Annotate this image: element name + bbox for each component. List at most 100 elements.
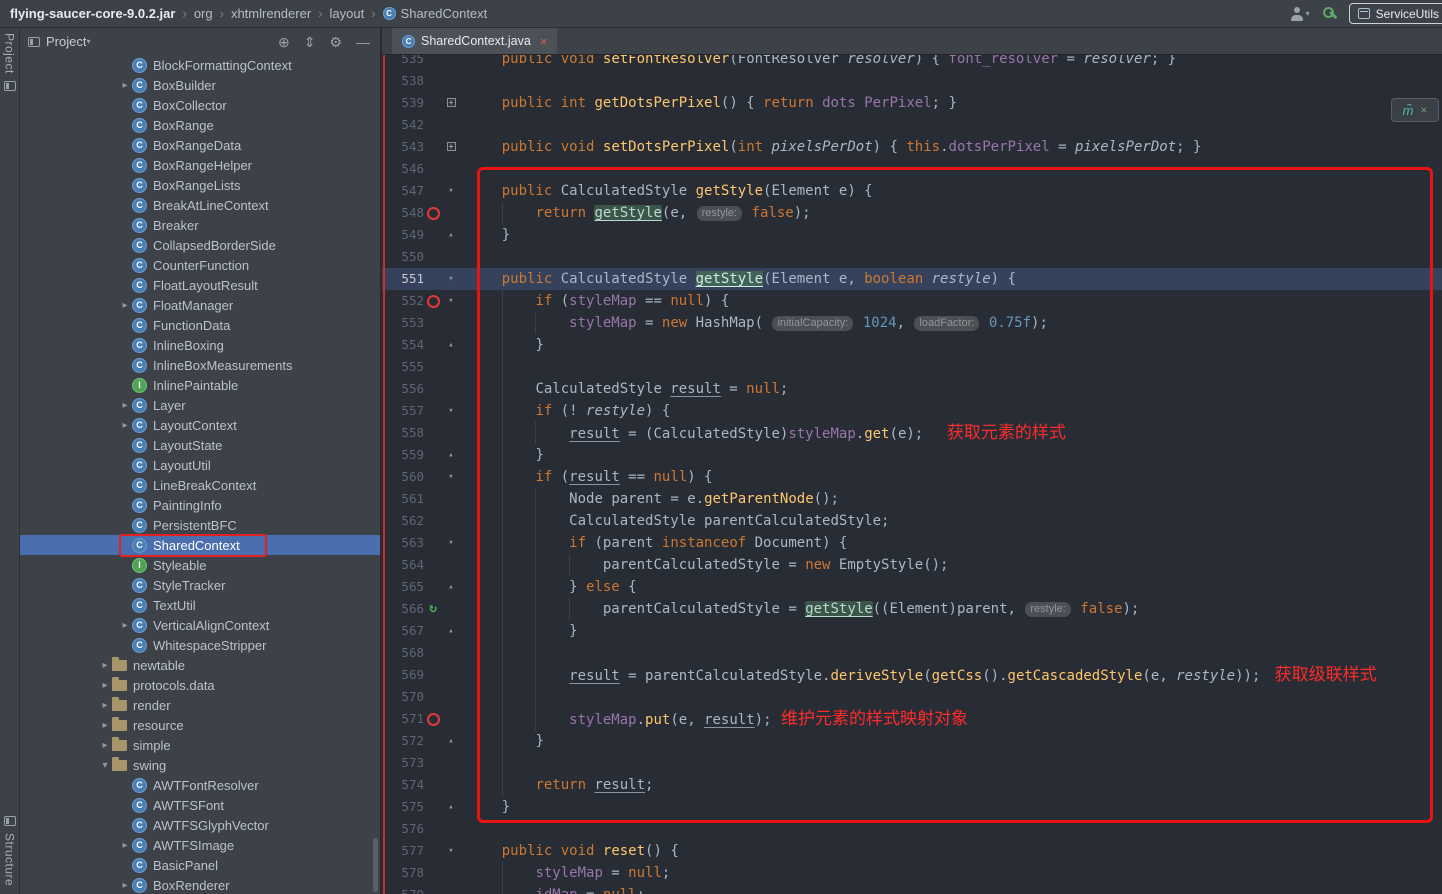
tab-close-icon[interactable]: × [540, 34, 548, 49]
chevron-down-icon[interactable]: ▾ [98, 760, 112, 771]
line-number[interactable]: 551 [382, 268, 424, 290]
fold-up-icon[interactable]: ▴ [442, 796, 460, 818]
line-number[interactable]: 538 [382, 70, 424, 92]
project-panel-title[interactable]: Project [46, 34, 86, 49]
line-number[interactable]: 561 [382, 488, 424, 510]
line-number[interactable]: 552 [382, 290, 424, 312]
tree-item-functiondata[interactable]: CFunctionData [20, 315, 380, 335]
tree-item-basicpanel[interactable]: CBasicPanel [20, 855, 380, 875]
code-line-548[interactable]: 548 return getStyle(e, restyle: false); [382, 202, 1442, 224]
tree-item-breakatlinecontext[interactable]: CBreakAtLineContext [20, 195, 380, 215]
chevron-right-icon[interactable]: ▸ [98, 680, 112, 691]
chevron-right-icon[interactable]: ▸ [98, 720, 112, 731]
tree-item-inlinepaintable[interactable]: IInlinePaintable [20, 375, 380, 395]
tree-item-floatlayoutresult[interactable]: CFloatLayoutResult [20, 275, 380, 295]
fold-up-icon[interactable]: ▴ [442, 224, 460, 246]
fold-up-icon[interactable]: ▴ [442, 620, 460, 642]
red-circle-annotation-icon[interactable] [424, 207, 442, 220]
tree-item-sharedcontext[interactable]: CSharedContext [20, 535, 380, 555]
tree-item-swing[interactable]: ▾swing [20, 755, 380, 775]
stripe-project-label[interactable]: Project [3, 33, 17, 74]
red-circle-annotation-icon[interactable] [424, 713, 442, 726]
code-line-562[interactable]: 562 CalculatedStyle parentCalculatedStyl… [382, 510, 1442, 532]
code-line-577[interactable]: 577▾ public void reset() { [382, 840, 1442, 862]
line-number[interactable]: 565 [382, 576, 424, 598]
tree-item-breaker[interactable]: CBreaker [20, 215, 380, 235]
fold-down-icon[interactable]: ▾ [442, 840, 460, 862]
fold-down-icon[interactable]: ▾ [442, 268, 460, 290]
code-line-572[interactable]: 572▴ } [382, 730, 1442, 752]
settings-gear-button[interactable]: ⚙ [329, 35, 342, 49]
wrench-icon[interactable] [1322, 6, 1337, 21]
chevron-right-icon[interactable]: ▸ [118, 880, 132, 891]
tree-item-boxcollector[interactable]: CBoxCollector [20, 95, 380, 115]
line-number[interactable]: 571 [382, 708, 424, 730]
code-line-559[interactable]: 559▴ } [382, 444, 1442, 466]
tree-item-boxrenderer[interactable]: ▸CBoxRenderer [20, 875, 380, 894]
breadcrumb-item-flying-saucer-core-9-0-2-jar[interactable]: flying-saucer-core-9.0.2.jar [8, 6, 177, 21]
code-line-563[interactable]: 563▾ if (parent instanceof Document) { [382, 532, 1442, 554]
code-line-546[interactable]: 546 [382, 158, 1442, 180]
line-number[interactable]: 555 [382, 356, 424, 378]
code-line-566[interactable]: 566↻ parentCalculatedStyle = getStyle((E… [382, 598, 1442, 620]
line-number[interactable]: 578 [382, 862, 424, 884]
code-line-578[interactable]: 578 styleMap = null; [382, 862, 1442, 884]
tree-item-boxrangehelper[interactable]: CBoxRangeHelper [20, 155, 380, 175]
code-line-556[interactable]: 556 CalculatedStyle result = null; [382, 378, 1442, 400]
breadcrumb-item-sharedcontext[interactable]: CSharedContext [381, 6, 490, 21]
fold-down-icon[interactable]: ▾ [442, 532, 460, 554]
tree-item-simple[interactable]: ▸simple [20, 735, 380, 755]
line-number[interactable]: 550 [382, 246, 424, 268]
tree-item-collapsedborderside[interactable]: CCollapsedBorderSide [20, 235, 380, 255]
tree-item-layoututil[interactable]: CLayoutUtil [20, 455, 380, 475]
code-line-568[interactable]: 568 [382, 642, 1442, 664]
code-line-575[interactable]: 575▴ } [382, 796, 1442, 818]
chevron-right-icon[interactable]: ▸ [118, 400, 132, 411]
line-number[interactable]: 574 [382, 774, 424, 796]
line-number[interactable]: 562 [382, 510, 424, 532]
tree-item-whitespacestripper[interactable]: CWhitespaceStripper [20, 635, 380, 655]
chevron-right-icon[interactable]: ▸ [118, 840, 132, 851]
line-number[interactable]: 575 [382, 796, 424, 818]
chevron-right-icon[interactable]: ▸ [118, 620, 132, 631]
fold-down-icon[interactable]: ▾ [442, 400, 460, 422]
code-line-576[interactable]: 576 [382, 818, 1442, 840]
line-number[interactable]: 554 [382, 334, 424, 356]
line-number[interactable]: 547 [382, 180, 424, 202]
code-line-564[interactable]: 564 parentCalculatedStyle = new EmptySty… [382, 554, 1442, 576]
code-line-571[interactable]: 571 styleMap.put(e, result); 维护元素的样式映射对象 [382, 708, 1442, 730]
code-line-555[interactable]: 555 [382, 356, 1442, 378]
service-utils-window-button[interactable]: ServiceUtils [1349, 3, 1442, 24]
project-toolwindow-icon[interactable] [4, 81, 16, 91]
tree-item-styletracker[interactable]: CStyleTracker [20, 575, 380, 595]
line-number[interactable]: 577 [382, 840, 424, 862]
chevron-right-icon[interactable]: ▸ [98, 660, 112, 671]
red-circle-annotation-icon[interactable] [424, 295, 442, 308]
code-line-549[interactable]: 549▴ } [382, 224, 1442, 246]
line-number[interactable]: 579 [382, 884, 424, 894]
fold-up-icon[interactable]: ▴ [442, 334, 460, 356]
fold-up-icon[interactable]: ▴ [442, 576, 460, 598]
tree-item-inlineboxmeasurements[interactable]: CInlineBoxMeasurements [20, 355, 380, 375]
line-number[interactable]: 570 [382, 686, 424, 708]
tree-item-awtfsfont[interactable]: CAWTFSFont [20, 795, 380, 815]
line-number[interactable]: 572 [382, 730, 424, 752]
code-line-553[interactable]: 553 styleMap = new HashMap( initialCapac… [382, 312, 1442, 334]
structure-toolwindow-icon[interactable] [4, 816, 16, 826]
code-line-565[interactable]: 565▴ } else { [382, 576, 1442, 598]
line-number[interactable]: 564 [382, 554, 424, 576]
tree-item-render[interactable]: ▸render [20, 695, 380, 715]
code-line-543[interactable]: 543+ public void setDotsPerPixel(int pix… [382, 136, 1442, 158]
line-number[interactable]: 549 [382, 224, 424, 246]
code-line-539[interactable]: 539+ public int getDotsPerPixel() { retu… [382, 92, 1442, 114]
tree-item-verticalaligncontext[interactable]: ▸CVerticalAlignContext [20, 615, 380, 635]
tree-item-boxrangedata[interactable]: CBoxRangeData [20, 135, 380, 155]
inspection-widget[interactable]: m̃ × [1391, 98, 1439, 122]
tree-item-resource[interactable]: ▸resource [20, 715, 380, 735]
fold-plus-icon[interactable]: + [442, 92, 460, 114]
tree-item-blockformattingcontext[interactable]: CBlockFormattingContext [20, 55, 380, 75]
line-number[interactable]: 566 [382, 598, 424, 620]
line-number[interactable]: 558 [382, 422, 424, 444]
breadcrumb-item-xhtmlrenderer[interactable]: xhtmlrenderer [229, 6, 313, 21]
code-line-573[interactable]: 573 [382, 752, 1442, 774]
